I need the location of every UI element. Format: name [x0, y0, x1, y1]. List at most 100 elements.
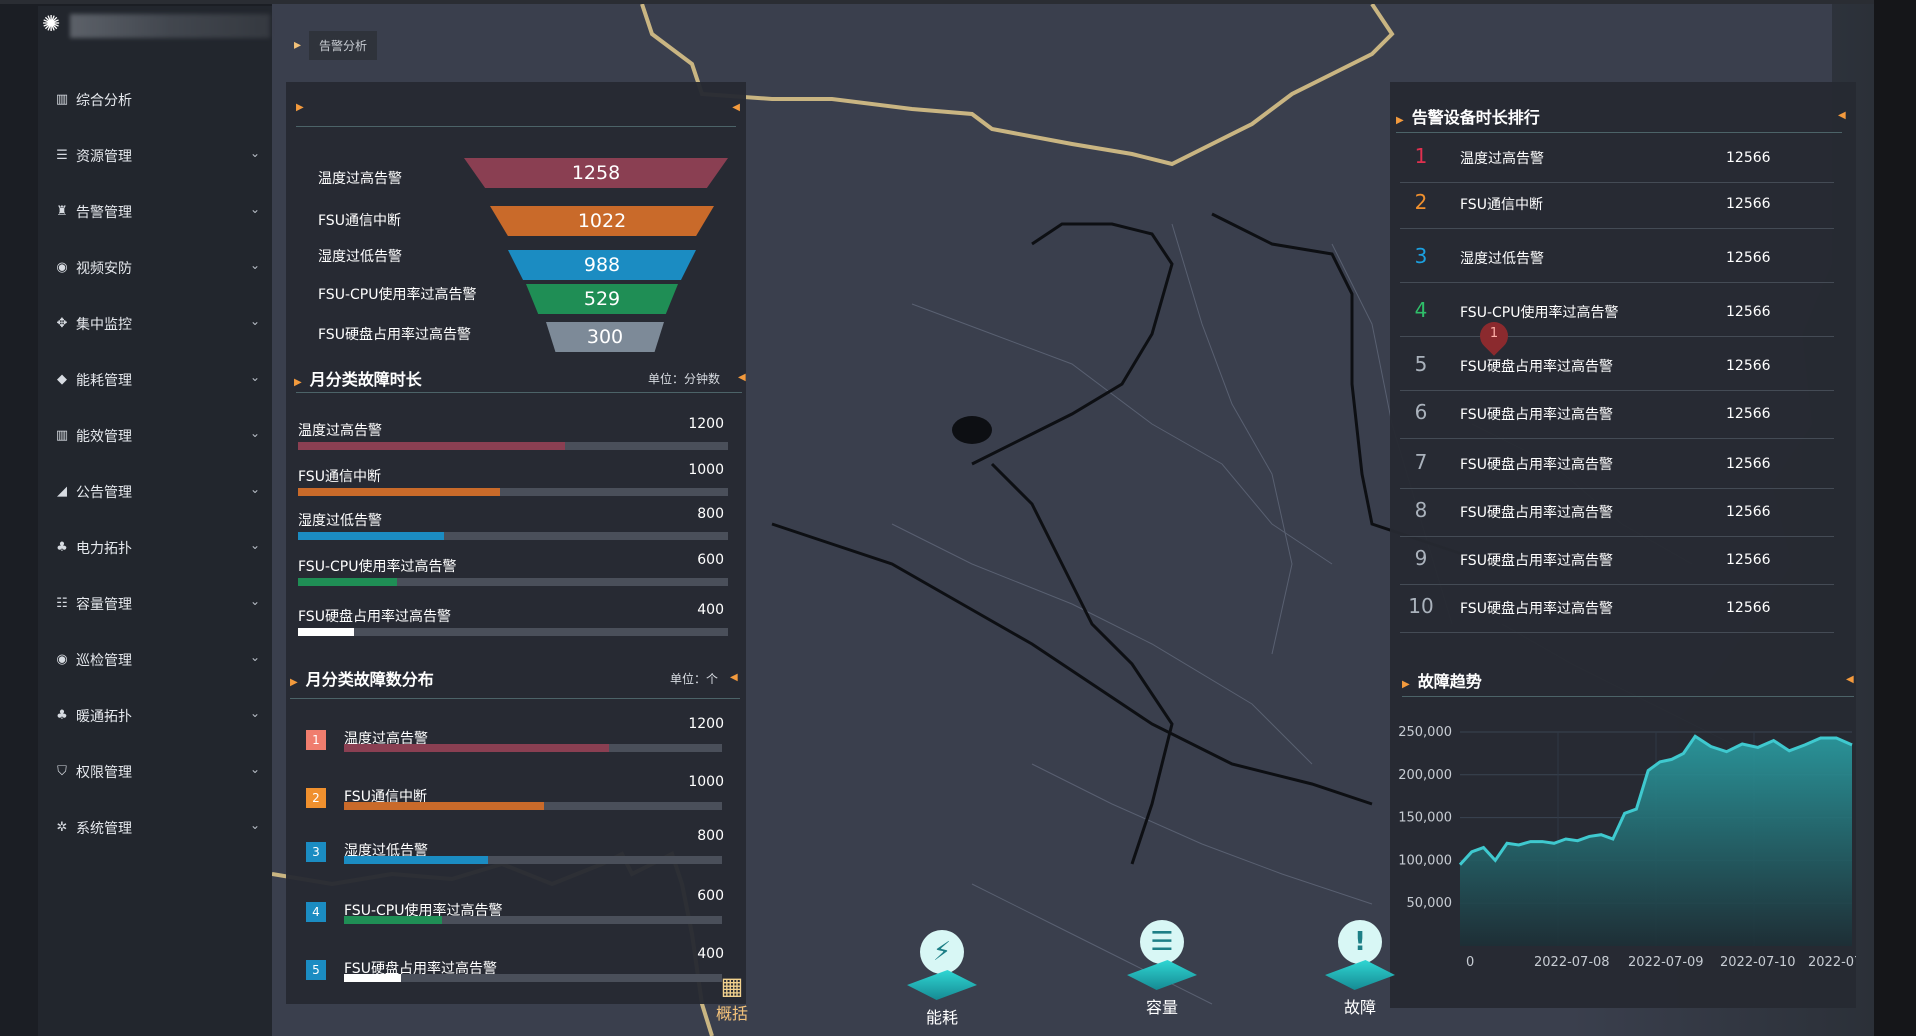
ranking-row-divider — [1400, 182, 1834, 183]
sidebar-item[interactable]: ♣ 暖通拓扑 ⌄ — [38, 688, 272, 744]
distribution-bar-track[interactable] — [344, 802, 722, 810]
sidebar-item-label: 电力拓扑 — [76, 541, 132, 557]
funnel-segment[interactable]: 1258 — [464, 158, 728, 188]
ranking-name: FSU硬盘占用率过高告警 — [1460, 601, 1613, 617]
ranking-row-divider — [1400, 438, 1834, 439]
funnel-segment[interactable]: 300 — [546, 322, 664, 352]
chevron-down-icon: ⌄ — [249, 818, 260, 832]
sidebar-item[interactable]: ✥ 集中监控 ⌄ — [38, 296, 272, 352]
sidebar-item[interactable]: ☰ 资源管理 ⌄ — [38, 128, 272, 184]
distribution-bar-track[interactable] — [344, 916, 722, 924]
sidebar-item[interactable]: ♣ 电力拓扑 ⌄ — [38, 520, 272, 576]
chevron-down-icon: ⌄ — [249, 650, 260, 664]
sidebar-item[interactable]: ☷ 容量管理 ⌄ — [38, 576, 272, 632]
fault-alert-button[interactable]: ! 故障 — [1318, 920, 1402, 1018]
sidebar-nav: ▥ 综合分析 ☰ 资源管理 ⌄ ♜ 告警管理 ⌄ ◉ 视频安防 ⌄ ✥ 集中监控 ⌄ ◆ 能耗管理 ⌄ ▥ 能效管理… — [38, 72, 272, 856]
ranking-value: 12566 — [1726, 456, 1771, 472]
funnel-value: 529 — [583, 288, 621, 310]
distribution-bar-track[interactable] — [344, 744, 722, 752]
funnel-label: FSU通信中断 — [318, 213, 401, 229]
button-label: 能耗 — [925, 1008, 958, 1027]
distribution-unit: 单位：个 — [670, 672, 719, 686]
ranking-value: 12566 — [1726, 150, 1771, 166]
rank-badge: 3 — [306, 842, 326, 862]
divider — [1402, 696, 1854, 697]
ranking-index: 10 — [1408, 594, 1434, 618]
sidebar-item[interactable]: ♜ 告警管理 ⌄ — [38, 184, 272, 240]
ranking-index: 6 — [1414, 400, 1428, 424]
sidebar-item[interactable]: ✲ 系统管理 ⌄ — [38, 800, 272, 856]
ranking-row-divider — [1400, 536, 1834, 537]
duration-bar-track[interactable] — [298, 488, 728, 496]
y-tick-label: 150,000 — [1398, 811, 1452, 826]
sidebar-item[interactable]: ▥ 能效管理 ⌄ — [38, 408, 272, 464]
chevron-down-icon: ⌄ — [249, 594, 260, 608]
sidebar-item-label: 集中监控 — [76, 317, 132, 333]
sidebar-item-label: 能效管理 — [76, 429, 132, 445]
ranking-index: 4 — [1414, 298, 1428, 322]
ranking-row-divider — [1400, 390, 1834, 391]
duration-label: 湿度过低告警 — [298, 513, 382, 529]
server-icon: ☰ — [56, 148, 68, 163]
duration-value: 800 — [697, 506, 724, 522]
y-tick-label: 250,000 — [1398, 725, 1452, 740]
sidebar-item[interactable]: ◉ 巡检管理 ⌄ — [38, 632, 272, 688]
funnel-segment[interactable]: 1022 — [490, 206, 714, 236]
sidebar-item-label: 容量管理 — [76, 597, 132, 613]
duration-bar-fill — [298, 532, 445, 540]
ranking-row-divider — [1400, 632, 1834, 633]
x-tick-label: 2022-07-11 — [1808, 955, 1856, 970]
ranking-value: 12566 — [1726, 504, 1771, 520]
funnel-segment[interactable]: 988 — [508, 250, 696, 280]
ranking-title: 告警设备时长排行 — [1411, 108, 1540, 127]
funnel-segment[interactable]: 529 — [526, 284, 678, 314]
distribution-bar-track[interactable] — [344, 974, 722, 982]
capacity-server-button[interactable]: ☰ 容量 — [1120, 920, 1204, 1018]
energy-bolt-button[interactable]: ⚡ 能耗 — [900, 930, 984, 1028]
platform-base-icon — [1122, 960, 1203, 990]
trend-area — [1460, 736, 1852, 946]
duration-label: FSU通信中断 — [298, 469, 381, 485]
chevron-down-icon: ⌄ — [249, 258, 260, 272]
panel-corner-marker: ▶ — [296, 102, 304, 113]
title-marker-icon: ▶ — [290, 677, 298, 688]
fault-alert-icon: ! — [1338, 920, 1382, 964]
duration-value: 1200 — [688, 416, 724, 432]
corner-marker-icon: ◀ — [730, 672, 738, 683]
sidebar-item-label: 视频安防 — [76, 261, 132, 277]
sidebar-item[interactable]: ◆ 能耗管理 ⌄ — [38, 352, 272, 408]
duration-value: 600 — [697, 552, 724, 568]
duration-value: 1000 — [688, 462, 724, 478]
duration-title-row: ▶ 月分类故障时长 — [294, 366, 422, 390]
sidebar-item[interactable]: ⛉ 权限管理 ⌄ — [38, 744, 272, 800]
distribution-value: 600 — [697, 888, 724, 904]
ranking-value: 12566 — [1726, 600, 1771, 616]
duration-bar-fill — [298, 488, 501, 496]
button-label: 故障 — [1343, 998, 1376, 1017]
sidebar-item[interactable]: ◢ 公告管理 ⌄ — [38, 464, 272, 520]
duration-bar-track[interactable] — [298, 628, 728, 636]
duration-bar-track[interactable] — [298, 442, 728, 450]
button-label: 容量 — [1145, 998, 1178, 1017]
duration-unit: 单位：分钟数 — [648, 372, 721, 386]
distribution-value: 400 — [697, 946, 724, 962]
sidebar-item-label: 巡检管理 — [76, 653, 132, 669]
ranking-row-divider — [1400, 584, 1834, 585]
funnel-label: FSU硬盘占用率过高告警 — [318, 327, 471, 343]
capacity-icon: ☷ — [56, 596, 68, 611]
ranking-index: 8 — [1414, 498, 1428, 522]
chevron-down-icon: ⌄ — [249, 314, 260, 328]
duration-label: FSU硬盘占用率过高告警 — [298, 609, 451, 625]
chevron-down-icon: ⌄ — [249, 146, 260, 160]
camera-icon: ◉ — [56, 260, 68, 275]
distribution-bar-track[interactable] — [344, 856, 722, 864]
sidebar-item[interactable]: ▥ 综合分析 — [38, 72, 272, 128]
ranking-name: FSU硬盘占用率过高告警 — [1460, 359, 1613, 375]
duration-bar-track[interactable] — [298, 578, 728, 586]
overview-button[interactable]: ▦ 概括 — [712, 972, 752, 1024]
sidebar-item[interactable]: ◉ 视频安防 ⌄ — [38, 240, 272, 296]
duration-bar-track[interactable] — [298, 532, 728, 540]
megaphone-icon: ◢ — [57, 484, 67, 499]
ranking-index: 2 — [1414, 190, 1428, 214]
breadcrumb-tag[interactable]: 告警分析 — [309, 30, 378, 60]
